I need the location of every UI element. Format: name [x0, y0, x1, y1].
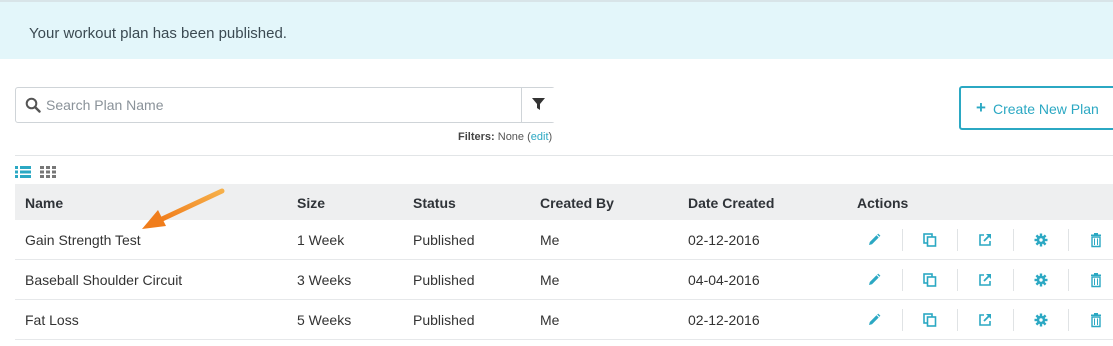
action-separator: [1013, 309, 1014, 331]
copy-icon[interactable]: [922, 312, 938, 328]
trash-icon[interactable]: [1088, 272, 1104, 288]
search-input[interactable]: [46, 89, 516, 121]
gear-icon[interactable]: [1033, 232, 1049, 248]
action-separator: [1013, 269, 1014, 291]
plan-size: 3 Weeks: [297, 272, 352, 288]
plan-date-created: 02-12-2016: [688, 232, 760, 248]
plus-icon: +: [976, 98, 986, 117]
plan-name[interactable]: Gain Strength Test: [25, 232, 141, 248]
trash-icon[interactable]: [1088, 232, 1104, 248]
filters-label: Filters:: [458, 131, 495, 143]
divider: [15, 155, 1113, 156]
plan-created-by: Me: [540, 272, 560, 288]
plan-status: Published: [413, 272, 475, 288]
action-separator: [902, 229, 903, 251]
column-header-status[interactable]: Status: [413, 195, 456, 211]
plan-date-created: 04-04-2016: [688, 272, 760, 288]
pencil-icon[interactable]: [866, 272, 882, 288]
external-link-icon[interactable]: [977, 232, 993, 248]
table-row[interactable]: Baseball Shoulder Circuit 3 Weeks Publis…: [15, 260, 1113, 300]
plan-name[interactable]: Baseball Shoulder Circuit: [25, 272, 182, 288]
search-box: [15, 87, 555, 123]
create-new-plan-label: Create New Plan: [993, 101, 1099, 117]
action-separator: [1068, 229, 1069, 251]
copy-icon[interactable]: [922, 272, 938, 288]
copy-icon[interactable]: [922, 232, 938, 248]
grid-view-icon[interactable]: [40, 165, 56, 179]
action-separator: [902, 269, 903, 291]
action-separator: [957, 229, 958, 251]
action-separator: [902, 309, 903, 331]
action-separator: [957, 309, 958, 331]
annotation-arrow-icon: [142, 188, 225, 229]
column-header-date-created[interactable]: Date Created: [688, 195, 774, 211]
filters-value: None: [497, 131, 525, 143]
pencil-icon[interactable]: [866, 312, 882, 328]
plan-status: Published: [413, 232, 475, 248]
plan-date-created: 02-12-2016: [688, 312, 760, 328]
plan-created-by: Me: [540, 312, 560, 328]
action-separator: [1068, 309, 1069, 331]
create-new-plan-button[interactable]: + Create New Plan: [959, 86, 1113, 130]
plan-status: Published: [413, 312, 475, 328]
filter-icon: [532, 98, 545, 110]
alert-message: Your workout plan has been published.: [29, 25, 287, 42]
plan-name[interactable]: Fat Loss: [25, 312, 79, 328]
action-separator: [1068, 269, 1069, 291]
filters-edit-link[interactable]: edit: [531, 131, 549, 143]
external-link-icon[interactable]: [977, 272, 993, 288]
action-separator: [1013, 229, 1014, 251]
column-header-name[interactable]: Name: [25, 195, 63, 211]
filters-close-paren: ): [548, 131, 553, 143]
plan-created-by: Me: [540, 232, 560, 248]
pencil-icon[interactable]: [866, 232, 882, 248]
success-alert: Your workout plan has been published.: [0, 2, 1113, 59]
trash-icon[interactable]: [1088, 312, 1104, 328]
plan-size: 1 Week: [297, 232, 345, 248]
column-header-actions: Actions: [857, 195, 909, 211]
filters-summary: Filters: None (edit): [458, 131, 552, 143]
gear-icon[interactable]: [1033, 312, 1049, 328]
column-header-size[interactable]: Size: [297, 195, 325, 211]
search-icon: [25, 97, 41, 113]
plan-size: 5 Weeks: [297, 312, 352, 328]
table-row[interactable]: Fat Loss 5 Weeks Published Me 02-12-2016: [15, 300, 1113, 340]
gear-icon[interactable]: [1033, 272, 1049, 288]
filter-button[interactable]: [521, 88, 555, 122]
list-view-icon[interactable]: [15, 165, 31, 179]
column-header-created-by[interactable]: Created By: [540, 195, 614, 211]
external-link-icon[interactable]: [977, 312, 993, 328]
action-separator: [957, 269, 958, 291]
